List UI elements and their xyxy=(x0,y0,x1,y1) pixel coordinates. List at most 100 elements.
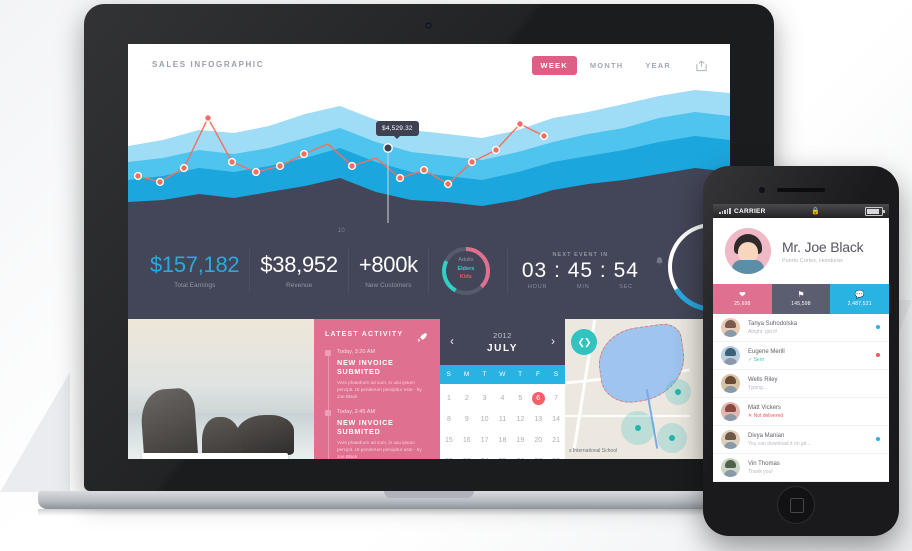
activity-time: Today, 2:45 AM xyxy=(337,409,376,415)
calendar-day[interactable]: 4 xyxy=(494,388,512,409)
dashboard: SALES INFOGRAPHIC WEEK MONTH YEAR $4,529… xyxy=(128,44,730,459)
activity-body: Vivis phaedrum ad cum, in usu ipsum perc… xyxy=(337,440,422,459)
pan-control-icon[interactable]: ❮❯ xyxy=(571,329,597,355)
calendar-day[interactable]: 27 xyxy=(529,451,547,459)
photo-rock xyxy=(236,415,294,455)
phone-home-button[interactable] xyxy=(777,486,815,524)
calendar-day[interactable]: 18 xyxy=(494,430,512,451)
photo-panel: 1,182 14,327 xyxy=(128,319,314,459)
tab-year[interactable]: YEAR xyxy=(636,56,680,75)
contact-text: Divya Manian You can download it on git..… xyxy=(748,433,810,447)
contact-row[interactable]: Wells Riley Typing... xyxy=(713,370,889,398)
calendar-day[interactable]: 10 xyxy=(476,409,494,430)
contact-row[interactable]: Tanya Suhodolska Alright, got it! xyxy=(713,314,889,342)
calendar-day[interactable]: 9 xyxy=(458,409,476,430)
donut-label-elders: Elders xyxy=(457,265,475,272)
countdown-timer: NEXT EVENT IN 03 : 45 : 54 HOUR MIN SEC xyxy=(521,252,663,290)
chevron-left-icon[interactable]: ‹ xyxy=(450,334,454,348)
tab-week[interactable]: WEEK xyxy=(531,56,577,75)
calendar-weekday-row: S M T W T F S xyxy=(440,365,565,384)
contact-name: Divya Manian xyxy=(748,432,785,439)
calendar-day[interactable]: 12 xyxy=(511,409,529,430)
stat-divider xyxy=(506,249,508,293)
calendar-dow: T xyxy=(518,371,523,378)
calendar-day[interactable]: 26 xyxy=(511,451,529,459)
stat-tile-likes[interactable]: ❤ 25,698 xyxy=(713,284,772,314)
contact-name: Tanya Suhodolska xyxy=(748,320,798,327)
calendar-day[interactable]: 15 xyxy=(440,430,458,451)
stat-label: Total Earnings xyxy=(174,281,216,289)
status-badge xyxy=(876,437,880,441)
countdown-digits: 03 : 45 : 54 xyxy=(521,259,639,282)
signal-bars-icon xyxy=(719,208,731,214)
calendar-day[interactable]: 19 xyxy=(511,430,529,451)
photo-rock xyxy=(139,387,199,459)
calendar-day[interactable]: 8 xyxy=(440,409,458,430)
calendar-day[interactable]: 28 xyxy=(547,451,565,459)
contact-row[interactable]: Eugene Merill ✓ Sent xyxy=(713,342,889,370)
laptop-camera-lens-icon xyxy=(427,24,430,27)
calendar-day[interactable]: 24 xyxy=(476,451,494,459)
calendar-day[interactable]: 6 xyxy=(529,388,547,409)
stat-tile-comments[interactable]: 💬 2,487,521 xyxy=(830,284,889,314)
map-heat-blob xyxy=(665,379,691,405)
countdown-units: HOUR MIN SEC xyxy=(522,284,639,290)
stat-tile-flags[interactable]: ⚑ 145,598 xyxy=(771,284,831,314)
phone-contact-list[interactable]: Tanya Suhodolska Alright, got it! Eugene M… xyxy=(713,314,889,482)
calendar-day[interactable]: 20 xyxy=(529,430,547,451)
chevron-right-icon[interactable]: › xyxy=(551,334,555,348)
phone-stat-tiles: ❤ 25,698 ⚑ 145,598 💬 2,487,521 xyxy=(713,284,889,314)
avatar xyxy=(725,228,771,274)
calendar-day[interactable]: 13 xyxy=(529,409,547,430)
activity-item[interactable]: Today, 3:20 AM NEW INVOICE SUBMITED Vivi… xyxy=(325,349,429,400)
contact-message: Typing... xyxy=(748,384,767,391)
share-icon[interactable] xyxy=(695,59,708,72)
chart-tooltip: $4,529.32 xyxy=(376,121,419,139)
rocket-icon[interactable] xyxy=(417,330,428,342)
avatar xyxy=(721,346,740,365)
period-tabs[interactable]: WEEK MONTH YEAR xyxy=(531,56,680,75)
calendar-day[interactable]: 3 xyxy=(476,388,494,409)
calendar-day[interactable]: 11 xyxy=(494,409,512,430)
contact-row[interactable]: Matt Vickers ✕ Not delivered xyxy=(713,398,889,426)
calendar-day[interactable]: 1 xyxy=(440,388,458,409)
chart-svg xyxy=(128,90,730,223)
contact-text: Wells Riley Typing... xyxy=(748,377,778,391)
calendar-day[interactable]: 21 xyxy=(547,430,565,451)
avatar-body xyxy=(732,260,764,274)
photo-stats-bar: 1,182 14,327 xyxy=(142,453,288,459)
avatar xyxy=(721,318,740,337)
background-shape-left xyxy=(0,372,70,492)
calendar-day[interactable]: 16 xyxy=(458,430,476,451)
contact-message: You can download it on git... xyxy=(748,440,811,447)
laptop-screen: SALES INFOGRAPHIC WEEK MONTH YEAR $4,529… xyxy=(128,44,730,459)
stat-total-earnings: $157,182 Total Earnings xyxy=(140,251,249,289)
calendar-day[interactable]: 2 xyxy=(458,388,476,409)
activity-body: Vivis phaedrum ad cum, in usu ipsum perc… xyxy=(337,380,422,399)
contact-text: Matt Vickers ✕ Not delivered xyxy=(748,405,783,419)
contact-row[interactable]: Vin Thomas Thank you! xyxy=(713,454,889,482)
phone-status-bar: CARRIER 🔒 xyxy=(713,204,889,218)
calendar-dow: F xyxy=(536,371,541,378)
tab-month[interactable]: MONTH xyxy=(581,56,633,75)
stat-new-customers: +800k New Customers xyxy=(349,253,428,289)
donut-legend: Adults Elders Kids xyxy=(435,256,497,282)
lock-icon: 🔒 xyxy=(810,208,820,215)
battery-icon xyxy=(865,206,885,216)
calendar-day[interactable]: 7 xyxy=(547,388,565,409)
profile-name: Mr. Joe Black xyxy=(782,238,864,255)
contact-row[interactable]: Divya Manian You can download it on git..… xyxy=(713,426,889,454)
profile-location: Puerto Cortes, Honduras xyxy=(782,257,843,264)
calendar-day[interactable]: 14 xyxy=(547,409,565,430)
calendar-grid[interactable]: 1234567891011121314151617181920212223242… xyxy=(440,384,565,459)
stat-value: $157,182 xyxy=(150,251,240,277)
calendar-day[interactable]: 25 xyxy=(494,451,512,459)
chart-active-marker xyxy=(383,143,393,153)
activity-item[interactable]: Today, 2:45 AM NEW INVOICE SUBMITED Vivi… xyxy=(325,409,429,459)
calendar-day[interactable]: 5 xyxy=(511,388,529,409)
comment-icon: 💬 xyxy=(854,290,865,299)
calendar-day[interactable]: 22 xyxy=(440,451,458,459)
calendar-day[interactable]: 23 xyxy=(458,451,476,459)
activity-title: LATEST ACTIVITY xyxy=(325,331,404,338)
calendar-day[interactable]: 17 xyxy=(476,430,494,451)
